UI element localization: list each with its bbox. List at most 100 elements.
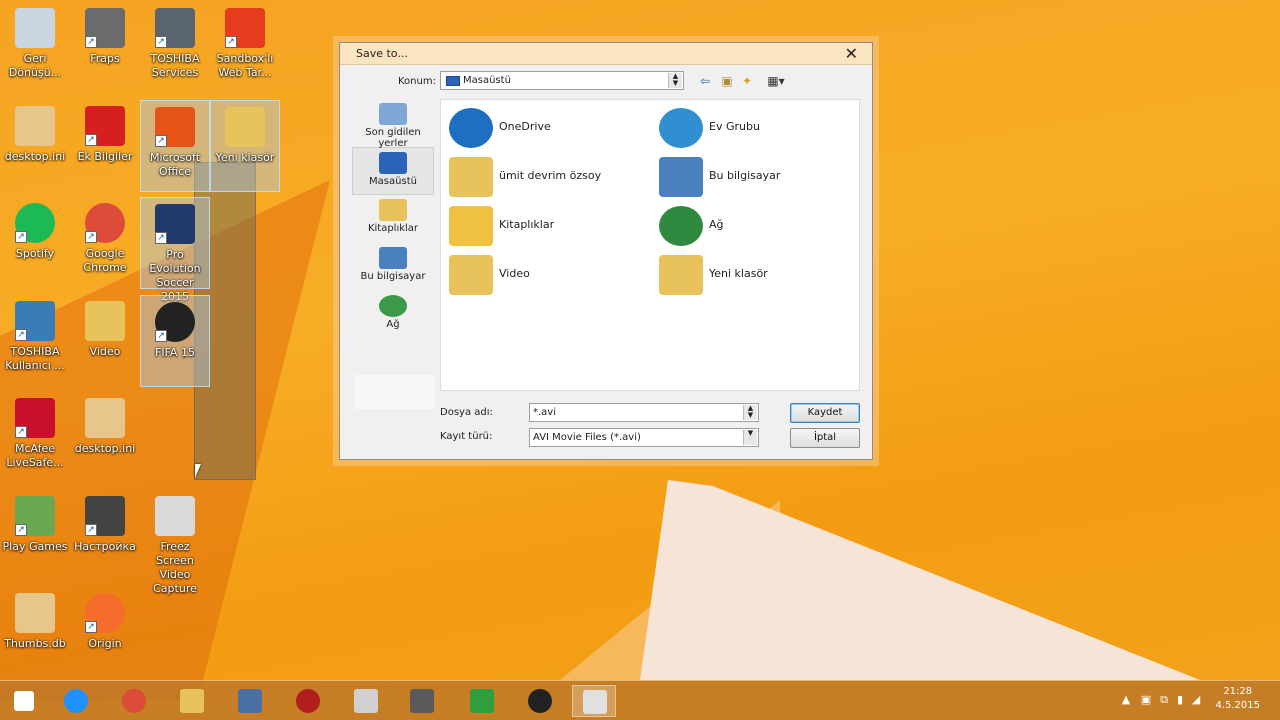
config-file-icon — [85, 398, 125, 438]
chrome-icon — [122, 689, 146, 713]
taskbar-media[interactable] — [286, 685, 330, 717]
file-item-label: ümit devrim özsoy — [499, 169, 602, 182]
place-recent-places[interactable]: Son gidilen yerler — [352, 99, 434, 149]
place-libraries[interactable]: Kitaplıklar — [352, 195, 434, 243]
desktop-icon-play-games[interactable]: ↗ Play Games — [0, 490, 70, 582]
desktop-icon-pes-2015[interactable]: ↗ Pro Evolution Soccer 2015 — [140, 197, 210, 303]
battery-icon[interactable]: ▮ — [1174, 694, 1186, 706]
tray-sync-icon[interactable]: ⧉ — [1158, 694, 1170, 706]
desktop-icon-label: Microsoft Office — [149, 151, 201, 178]
play-games-icon: ↗ — [15, 496, 55, 536]
desktop-icon-microsoft-office[interactable]: ↗ Microsoft Office — [140, 100, 210, 192]
view-menu-icon[interactable]: ▦▾ — [764, 74, 788, 88]
save-dialog: Save to... ✕ Konum: Masaüstü ▲ ▼ ⇦ ▣ ✦ ▦▾… — [339, 42, 873, 460]
desktop-icon-sandboxli[interactable]: ↗ Sandbox'lı Web Tar... — [210, 2, 280, 94]
onedrive-icon — [449, 108, 493, 148]
shortcut-arrow-icon: ↗ — [15, 329, 27, 341]
config-file-icon — [15, 106, 55, 146]
desktop-icon-label: Freez Screen Video Capture — [153, 540, 197, 595]
file-item[interactable]: ümit devrim özsoy — [445, 153, 645, 199]
chevron-down-icon: ▼ — [743, 430, 757, 445]
place-desktop[interactable]: Masaüstü — [352, 147, 434, 195]
desktop-icon-yeni-klasor[interactable]: Yeni klasör — [210, 100, 280, 192]
cancel-button[interactable]: İptal — [790, 428, 860, 448]
settings-gear-icon: ↗ — [85, 496, 125, 536]
desktop-icon-google-chrome[interactable]: ↗ Google Chrome — [70, 197, 140, 289]
desktop-icon-toshiba-services[interactable]: ↗ TOSHIBA Services — [140, 2, 210, 94]
back-icon[interactable]: ⇦ — [698, 74, 712, 88]
shortcut-arrow-icon: ↗ — [15, 524, 27, 536]
desktop-icon-fraps[interactable]: ↗ Fraps — [70, 2, 140, 94]
dialog-titlebar[interactable]: Save to... ✕ — [340, 43, 872, 65]
new-folder-icon[interactable]: ✦ — [740, 74, 754, 88]
start-button[interactable] — [2, 685, 46, 717]
taskbar-fraps[interactable] — [400, 685, 444, 717]
file-item-label: Bu bilgisayar — [709, 169, 781, 182]
desktop-icon-origin[interactable]: ↗ Origin — [70, 587, 140, 679]
taskbar-freez[interactable] — [572, 685, 616, 717]
toshiba-manual-icon: ↗ — [15, 301, 55, 341]
pes-icon: ↗ — [155, 204, 195, 244]
file-item[interactable]: OneDrive — [445, 104, 645, 150]
desktop-icon-label: Thumbs.db — [4, 637, 66, 650]
desktop-icon-spotify[interactable]: ↗ Spotify — [0, 197, 70, 289]
filetype-dropdown[interactable]: AVI Movie Files (*.avi) ▼ — [529, 428, 759, 447]
place-label: Son gidilen yerler — [365, 127, 421, 149]
sandbox-browser-icon: ↗ — [225, 8, 265, 48]
save-button[interactable]: Kaydet — [790, 403, 860, 423]
file-item-label: Yeni klasör — [709, 267, 768, 280]
shortcut-arrow-icon: ↗ — [85, 231, 97, 243]
shortcut-arrow-icon: ↗ — [155, 330, 167, 342]
location-label: Konum: — [398, 76, 436, 87]
place-computer[interactable]: Bu bilgisayar — [352, 243, 434, 291]
file-item[interactable]: Ev Grubu — [655, 104, 855, 150]
desktop-icon-desktop-ini-2[interactable]: desktop.ini — [70, 392, 140, 484]
file-item[interactable]: Kitaplıklar — [445, 202, 645, 248]
wifi-icon[interactable]: ◢ — [1190, 694, 1202, 706]
desktop-icon-mcafee[interactable]: ↗ McAfee LiveSafe... — [0, 392, 70, 484]
desktop-icon-nastroika[interactable]: ↗ Настройка — [70, 490, 140, 582]
taskbar-internet-explorer[interactable] — [54, 685, 98, 717]
close-icon[interactable]: ✕ — [845, 44, 858, 63]
taskbar-window[interactable] — [344, 685, 388, 717]
store-icon — [470, 689, 494, 713]
file-list: OneDrive Ev Grubu ümit devrim özsoy Bu bilg… — [440, 99, 860, 391]
location-dropdown[interactable]: Masaüstü ▲ ▼ — [440, 71, 684, 90]
location-row: Konum: Masaüstü ▲ ▼ — [340, 71, 872, 91]
desktop-icon-geri-donusum[interactable]: Geri Dönüşü... — [0, 2, 70, 94]
desktop-icon-thumbs-db[interactable]: Thumbs.db — [0, 587, 70, 679]
desktop-icon-ek-bilgiler[interactable]: ↗ Ek Bilgiler — [70, 100, 140, 192]
config-file-icon — [15, 593, 55, 633]
places-bar: Son gidilen yerler Masaüstü Kitaplıklar Bu … — [352, 99, 434, 399]
camera-icon — [583, 690, 607, 714]
desktop-icon-freez[interactable]: Freez Screen Video Capture — [140, 490, 210, 595]
file-item[interactable]: Bu bilgisayar — [655, 153, 855, 199]
taskbar-file-explorer[interactable] — [170, 685, 214, 717]
file-item[interactable]: Yeni klasör — [655, 251, 855, 297]
desktop-icon-label: Geri Dönüşü... — [8, 52, 62, 79]
recent-places-icon — [379, 103, 407, 125]
taskbar-remote[interactable] — [228, 685, 272, 717]
folder-icon — [85, 301, 125, 341]
desktop-icon-toshiba-kullanici[interactable]: ↗ TOSHIBA Kullanıcı ... — [0, 295, 70, 387]
taskbar-fifa[interactable] — [518, 685, 562, 717]
window-icon — [354, 689, 378, 713]
homegroup-icon — [659, 108, 703, 148]
filename-input[interactable]: *.avi ▲ ▼ — [529, 403, 759, 422]
network-icon — [379, 295, 407, 317]
tray-app-icon[interactable]: ▣ — [1140, 694, 1152, 706]
desktop-icon-label: Настройка — [74, 540, 136, 553]
taskbar-chrome[interactable] — [112, 685, 156, 717]
desktop-icon-desktop-ini-1[interactable]: desktop.ini — [0, 100, 70, 192]
place-network[interactable]: Ağ — [352, 291, 434, 339]
desktop-icon-fifa-15[interactable]: ↗ FIFA 15 — [140, 295, 210, 387]
file-item[interactable]: Ağ — [655, 202, 855, 248]
taskbar-store[interactable] — [460, 685, 504, 717]
desktop-icon-video[interactable]: Video — [70, 295, 140, 387]
desktop-icon — [379, 152, 407, 174]
up-folder-icon[interactable]: ▣ — [720, 74, 734, 88]
desktop-icon-label: Yeni klasör — [215, 151, 275, 164]
tray-expand-icon[interactable]: ▲ — [1120, 694, 1132, 706]
clock[interactable]: 21:28 4.5.2015 — [1215, 685, 1260, 713]
file-item[interactable]: Video — [445, 251, 645, 297]
